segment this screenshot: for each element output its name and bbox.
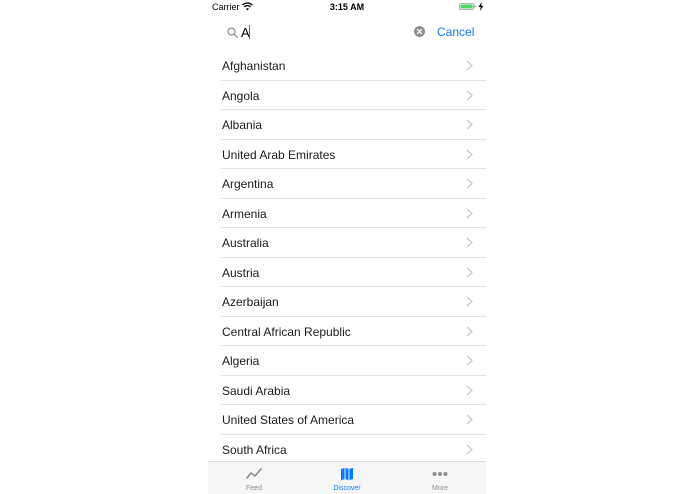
list-item[interactable]: Australia bbox=[221, 228, 486, 258]
tab-label: More bbox=[432, 485, 448, 492]
chevron-right-icon bbox=[466, 385, 473, 395]
chevron-right-icon bbox=[466, 296, 473, 307]
battery-icon bbox=[459, 3, 476, 10]
tab-more[interactable]: More bbox=[394, 462, 486, 494]
search-icon bbox=[227, 27, 238, 38]
country-name: Armenia bbox=[222, 206, 267, 221]
chevron-right-icon bbox=[466, 178, 473, 189]
list-item[interactable]: Armenia bbox=[221, 199, 486, 228]
chevron-right-icon bbox=[466, 119, 473, 130]
country-name: Central African Republic bbox=[222, 324, 351, 339]
clear-search-icon[interactable] bbox=[414, 26, 425, 37]
country-name: Argentina bbox=[222, 177, 274, 191]
country-name: Angola bbox=[222, 88, 260, 103]
tab-label: Discover bbox=[333, 485, 361, 492]
chart-line-icon bbox=[246, 468, 262, 479]
chevron-right-icon bbox=[466, 237, 473, 248]
country-list: Afghanistan Angola Albania United Arab E… bbox=[208, 51, 486, 464]
country-name: Austria bbox=[222, 265, 260, 280]
list-item[interactable]: United Arab Emirates bbox=[221, 140, 486, 169]
chevron-right-icon bbox=[466, 90, 473, 100]
phone-screen: Carrier 3:15 AM Cancel Afghani bbox=[208, 0, 486, 494]
chevron-right-icon bbox=[466, 414, 473, 425]
tab-feed[interactable]: Feed bbox=[208, 462, 300, 494]
tab-bar: Feed Discover More bbox=[208, 461, 486, 494]
list-item[interactable]: Albania bbox=[221, 110, 486, 140]
tab-discover[interactable]: Discover bbox=[301, 462, 393, 494]
list-item[interactable]: Azerbaijan bbox=[221, 287, 486, 317]
text-caret bbox=[249, 25, 250, 39]
charging-icon bbox=[478, 2, 484, 11]
search-bar: Cancel bbox=[208, 18, 486, 46]
list-item[interactable]: Saudi Arabia bbox=[221, 376, 486, 405]
country-name: United Arab Emirates bbox=[222, 147, 336, 162]
list-item[interactable]: Angola bbox=[221, 81, 486, 110]
country-name: South Africa bbox=[222, 442, 287, 457]
map-icon bbox=[341, 467, 353, 481]
tab-label: Feed bbox=[246, 485, 262, 492]
country-name: Algeria bbox=[222, 354, 260, 368]
list-item[interactable]: Austria bbox=[221, 258, 486, 287]
chevron-right-icon bbox=[466, 444, 473, 454]
country-name: Azerbaijan bbox=[222, 295, 279, 309]
status-bar: Carrier 3:15 AM bbox=[208, 0, 486, 14]
country-name: Australia bbox=[222, 236, 269, 250]
country-name: United States of America bbox=[222, 413, 355, 427]
chevron-right-icon bbox=[466, 267, 473, 277]
chevron-right-icon bbox=[466, 60, 473, 71]
cancel-button[interactable]: Cancel bbox=[437, 25, 474, 39]
list-item[interactable]: Central African Republic bbox=[221, 317, 486, 346]
chevron-right-icon bbox=[466, 208, 473, 218]
chevron-right-icon bbox=[466, 149, 473, 159]
list-item[interactable]: Afghanistan bbox=[221, 51, 486, 81]
status-time: 3:15 AM bbox=[329, 2, 365, 12]
list-item[interactable]: Algeria bbox=[221, 346, 486, 376]
list-item[interactable]: United States of America bbox=[221, 405, 486, 435]
more-dots-icon bbox=[432, 472, 448, 476]
chevron-right-icon bbox=[466, 326, 473, 336]
country-name: Afghanistan bbox=[222, 59, 286, 73]
list-item[interactable]: Argentina bbox=[221, 169, 486, 199]
list-item[interactable]: South Africa bbox=[221, 435, 486, 464]
chevron-right-icon bbox=[466, 355, 473, 366]
country-name: Saudi Arabia bbox=[222, 383, 291, 398]
country-name: Albania bbox=[222, 118, 263, 132]
search-input[interactable] bbox=[241, 22, 401, 42]
